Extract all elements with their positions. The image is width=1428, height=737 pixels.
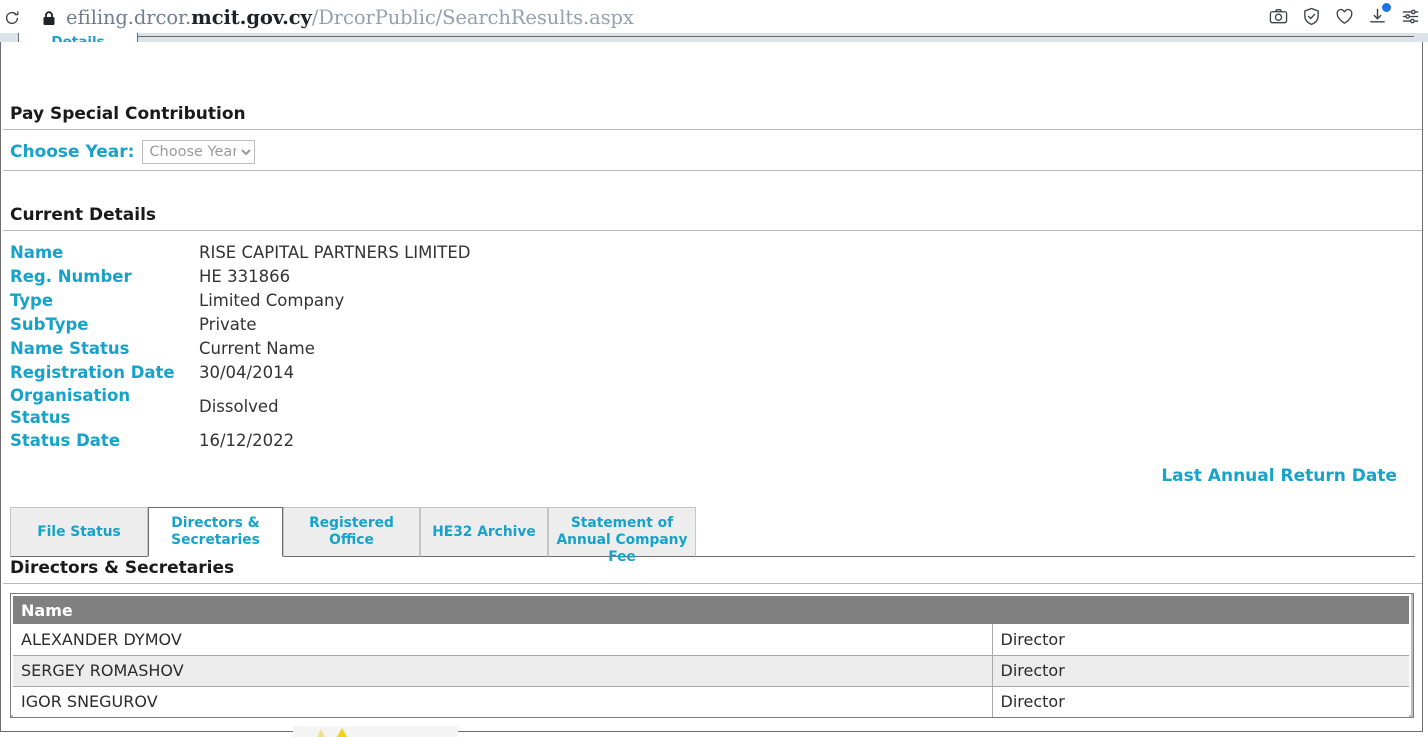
detail-value-status-date: 16/12/2022 xyxy=(199,431,295,450)
url-bar-text[interactable]: efiling.drcor.mcit.gov.cy/DrcorPublic/Se… xyxy=(66,6,634,29)
detail-key-name: Name xyxy=(10,243,64,262)
content-panel: Pay Special Contribution Choose Year: Ch… xyxy=(0,42,1423,732)
url-domain: mcit.gov.cy xyxy=(191,6,312,29)
tab-he32-archive[interactable]: HE32 Archive xyxy=(420,507,548,557)
browser-chrome: efiling.drcor.mcit.gov.cy/DrcorPublic/Se… xyxy=(0,0,1428,33)
cell-name: IGOR SNEGUROV xyxy=(13,686,993,717)
directors-table-wrapper: Name ALEXANDER DYMOV Director SERGEY ROM… xyxy=(10,593,1414,718)
last-annual-return-date-link[interactable]: Last Annual Return Date xyxy=(1161,466,1397,486)
url-host-prefix: efiling.drcor. xyxy=(66,6,192,29)
shield-check-icon[interactable] xyxy=(1302,7,1321,26)
sliders-icon[interactable] xyxy=(1401,7,1420,26)
detail-key-subtype: SubType xyxy=(10,315,89,334)
detail-value-name: RISE CAPITAL PARTNERS LIMITED xyxy=(199,243,471,262)
column-header-position[interactable] xyxy=(992,596,1409,624)
detail-key-type: Type xyxy=(10,291,54,310)
table-row[interactable]: ALEXANDER DYMOV Director xyxy=(13,624,1409,656)
choose-year-select[interactable]: Choose Year: xyxy=(142,140,256,164)
cell-name: SERGEY ROMASHOV xyxy=(13,655,993,687)
reload-icon[interactable] xyxy=(3,9,21,27)
table-row[interactable]: IGOR SNEGUROV Director xyxy=(13,686,1409,717)
detail-value-organisation-status: Dissolved xyxy=(199,397,279,416)
tab-statement-of-annual-company-fee[interactable]: Statement of Annual Company Fee xyxy=(548,507,696,565)
tab-registered-office[interactable]: Registered Office xyxy=(283,507,420,557)
cell-position: Director xyxy=(991,655,1409,687)
detail-key-status-date: Status Date xyxy=(10,431,121,450)
current-details-grid: Name RISE CAPITAL PARTNERS LIMITED Reg. … xyxy=(10,241,710,453)
download-badge xyxy=(1382,3,1391,12)
tab-registered-office-label: Registered Office xyxy=(309,515,394,548)
tab-file-status[interactable]: File Status xyxy=(10,507,148,557)
section-title-current-details: Current Details xyxy=(10,205,157,225)
choose-year-row: Choose Year: Choose Year: xyxy=(10,140,256,164)
detail-value-name-status: Current Name xyxy=(199,339,315,358)
detail-value-reg-number: HE 331866 xyxy=(199,267,291,286)
tab-he32-archive-label: HE32 Archive xyxy=(432,523,536,540)
tab-file-status-label: File Status xyxy=(37,523,121,540)
outer-tabstrip-rule xyxy=(138,36,1414,37)
browser-toolbar-icons xyxy=(1269,3,1420,26)
tab-directors-secretaries-label: Directors & Secretaries xyxy=(171,515,260,548)
detail-key-reg-number: Reg. Number xyxy=(10,267,132,286)
clipped-notice-bar xyxy=(293,726,458,737)
cell-name: ALEXANDER DYMOV xyxy=(13,624,993,656)
detail-value-registration-date: 30/04/2014 xyxy=(199,363,295,382)
divider xyxy=(3,170,1422,171)
divider xyxy=(3,583,1422,584)
tab-statement-of-annual-company-fee-label: Statement of Annual Company Fee xyxy=(556,514,688,565)
download-icon[interactable] xyxy=(1368,3,1391,26)
heart-icon[interactable] xyxy=(1335,7,1354,26)
table-row[interactable]: SERGEY ROMASHOV Director xyxy=(13,655,1409,687)
detail-key-organisation-status: Organisation Status xyxy=(10,386,131,427)
panel-title-directors-secretaries: Directors & Secretaries xyxy=(10,558,235,578)
detail-key-registration-date: Registration Date xyxy=(10,363,175,382)
column-header-name[interactable]: Name xyxy=(13,596,992,624)
divider xyxy=(3,129,1422,130)
warning-triangle-icon xyxy=(335,728,349,737)
table-header-row: Name xyxy=(13,596,1409,624)
camera-icon[interactable] xyxy=(1269,7,1288,26)
section-title-pay-special-contribution: Pay Special Contribution xyxy=(10,104,246,124)
detail-value-type: Limited Company xyxy=(199,291,345,310)
divider xyxy=(3,230,1422,231)
warning-triangle-small-icon xyxy=(317,729,325,737)
inner-tabstrip: File Status Directors & Secretaries Regi… xyxy=(10,507,1415,565)
page-body: Details Pay Special Contribution Choose … xyxy=(0,33,1428,737)
url-path: /DrcorPublic/SearchResults.aspx xyxy=(311,6,634,29)
lock-icon[interactable] xyxy=(41,10,57,26)
tab-directors-secretaries[interactable]: Directors & Secretaries xyxy=(148,507,283,557)
cell-position: Director xyxy=(991,686,1409,717)
cell-position: Director xyxy=(991,624,1409,656)
choose-year-label: Choose Year: xyxy=(10,142,135,162)
detail-value-subtype: Private xyxy=(199,315,257,334)
directors-table: Name ALEXANDER DYMOV Director SERGEY ROM… xyxy=(13,596,1409,717)
detail-key-name-status: Name Status xyxy=(10,339,130,358)
